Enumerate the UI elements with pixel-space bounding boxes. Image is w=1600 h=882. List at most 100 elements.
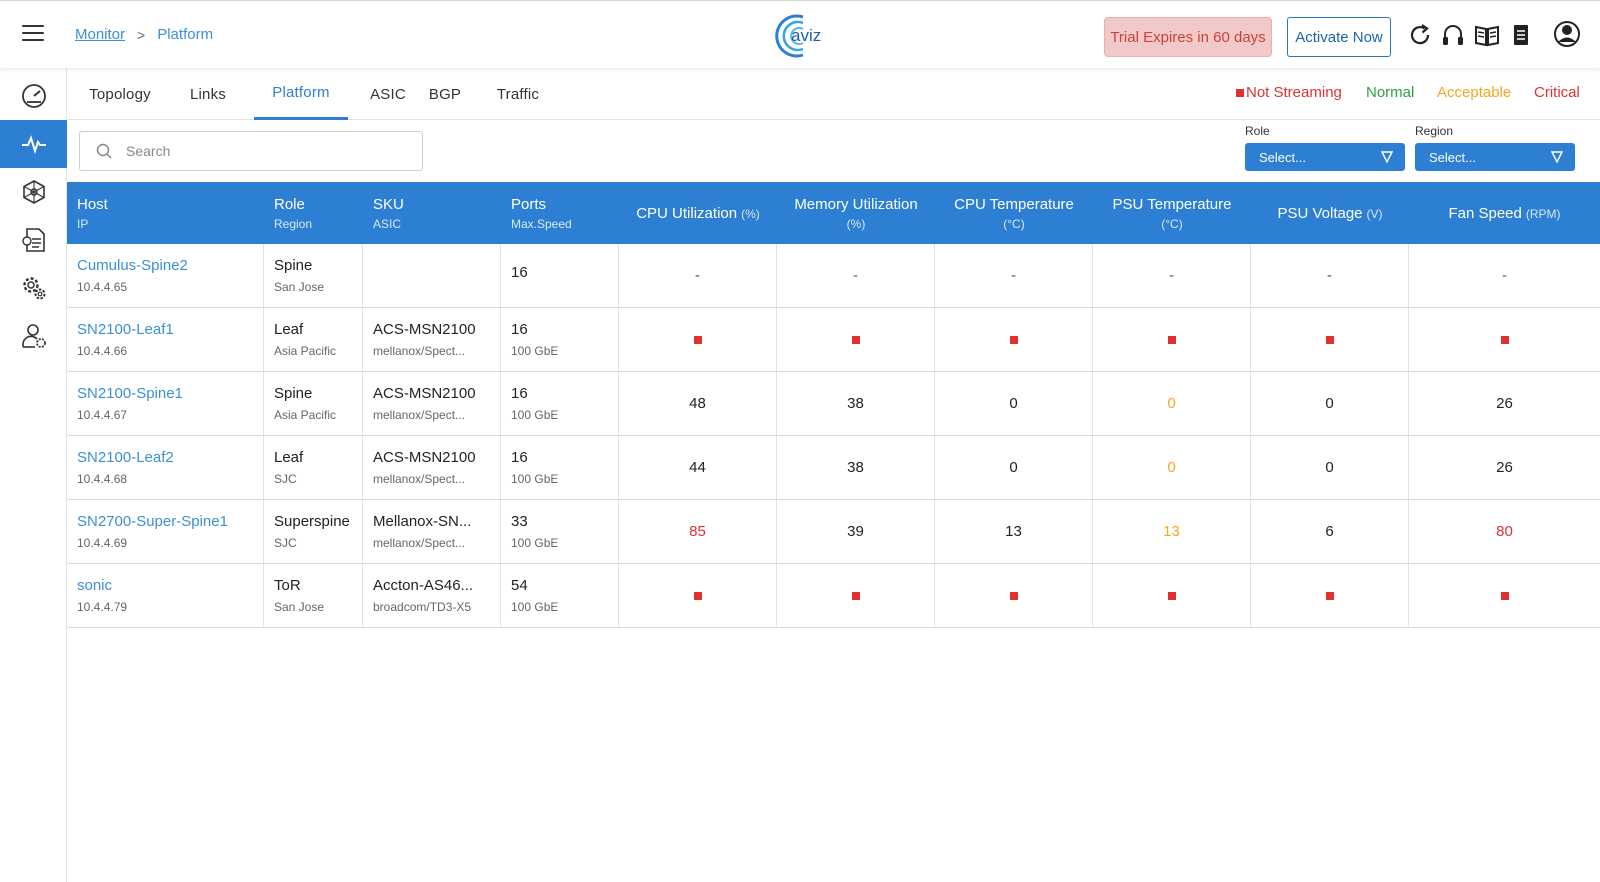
trial-expiry-badge: Trial Expires in 60 days <box>1104 17 1272 57</box>
metric-cell-cpu-utilization: 85 <box>619 500 777 563</box>
asic-value: mellanox/Spect... <box>373 536 466 550</box>
hamburger-menu-icon[interactable] <box>22 25 44 43</box>
role-filter-select[interactable]: Select... <box>1245 143 1405 171</box>
search-box <box>79 131 423 171</box>
column-header-subtitle: IP <box>77 216 89 231</box>
tab-asic[interactable]: ASIC <box>366 68 410 120</box>
column-header-role: Role Region <box>264 182 363 244</box>
table-row[interactable]: Cumulus-Spine2 10.4.4.65 Spine San Jose 16 - -… <box>67 244 1600 308</box>
host-link[interactable]: sonic <box>77 577 263 594</box>
sidebar-item-configuration[interactable] <box>0 216 67 264</box>
sidebar <box>0 68 67 882</box>
table-row[interactable]: sonic 10.4.4.79 ToR San Jose Accton-AS46... b… <box>67 564 1600 628</box>
metric-cell-cpu-temperature: - <box>935 244 1093 307</box>
host-link[interactable]: SN2700-Super-Spine1 <box>77 513 263 530</box>
metric-cell-psu-voltage: 0 <box>1251 436 1409 499</box>
column-header-title: Host <box>77 195 108 213</box>
sidebar-item-monitor[interactable] <box>0 120 67 168</box>
column-header-unit: (V) <box>1366 206 1383 221</box>
column-header-subtitle: Region <box>274 216 313 231</box>
table-row[interactable]: SN2100-Leaf2 10.4.4.68 Leaf SJC ACS-MSN2100 m… <box>67 436 1600 500</box>
not-streaming-square-icon <box>1009 335 1018 344</box>
legend-not-streaming: Not Streaming <box>1236 84 1342 101</box>
support-headset-icon[interactable] <box>1440 21 1466 49</box>
metric-cell-psu-temperature: - <box>1093 244 1251 307</box>
speed-value: 100 GbE <box>511 344 559 358</box>
ports-cell: 16 100 GbE <box>501 436 619 499</box>
metric-value: 0 <box>1009 459 1018 476</box>
tab-links[interactable]: Links <box>182 68 234 120</box>
config-document-icon <box>21 228 45 252</box>
metric-value: 44 <box>689 459 706 476</box>
host-link[interactable]: Cumulus-Spine2 <box>77 257 263 274</box>
tab-topology[interactable]: Topology <box>83 68 157 120</box>
metric-cell-psu-temperature <box>1093 564 1251 627</box>
ports-cell: 16 100 GbE <box>501 372 619 435</box>
not-streaming-square-icon <box>1500 335 1509 344</box>
table-row[interactable]: SN2700-Super-Spine1 10.4.4.69 Superspine SJ… <box>67 500 1600 564</box>
region-value: Asia Pacific <box>274 344 337 358</box>
metric-value: 0 <box>1325 395 1334 412</box>
region-filter-select[interactable]: Select... <box>1415 143 1575 171</box>
metric-value: 0 <box>1167 395 1176 412</box>
metric-value: 6 <box>1325 523 1334 540</box>
search-input[interactable] <box>126 143 386 159</box>
user-profile-icon[interactable] <box>1553 19 1581 49</box>
ports-cell: 16 <box>501 244 619 307</box>
table-body: Cumulus-Spine2 10.4.4.65 Spine San Jose 16 - -… <box>67 244 1600 628</box>
legend-critical: Critical <box>1534 84 1580 101</box>
metric-cell-psu-voltage <box>1251 564 1409 627</box>
region-value: Asia Pacific <box>274 408 337 422</box>
tab-bar: Topology Links Platform ASIC BGP Traffic… <box>67 68 1600 120</box>
metric-value: 26 <box>1496 459 1513 476</box>
metric-cell-fan-speed: - <box>1409 244 1600 307</box>
metric-cell-fan-speed: 26 <box>1409 436 1600 499</box>
ports-value: 54 <box>511 577 528 594</box>
user-settings-icon <box>21 324 46 348</box>
speed-value: 100 GbE <box>511 600 559 614</box>
column-header-unit: (%) <box>741 206 760 221</box>
sidebar-item-settings[interactable] <box>0 264 67 312</box>
not-streaming-square-icon <box>693 591 702 600</box>
metric-cell-psu-voltage: - <box>1251 244 1409 307</box>
sidebar-item-network[interactable] <box>0 168 67 216</box>
tab-bgp[interactable]: BGP <box>423 68 467 120</box>
legend-normal: Normal <box>1366 84 1415 101</box>
filter-funnel-icon <box>1381 151 1393 163</box>
column-header-psu-voltage: PSU Voltage (V) <box>1251 182 1409 244</box>
metric-value: 13 <box>1163 523 1180 540</box>
documentation-book-icon[interactable] <box>1474 21 1500 49</box>
table-row[interactable]: SN2100-Leaf1 10.4.4.66 Leaf Asia Pacific ACS… <box>67 308 1600 372</box>
metric-cell-psu-temperature: 0 <box>1093 436 1251 499</box>
activate-now-button[interactable]: Activate Now <box>1287 17 1391 57</box>
ip-value: 10.4.4.68 <box>77 472 128 486</box>
role-cell: Leaf SJC <box>264 436 363 499</box>
table-row[interactable]: SN2100-Spine1 10.4.4.67 Spine Asia Pacific A… <box>67 372 1600 436</box>
column-header-subtitle: Max.Speed <box>511 216 572 231</box>
column-header-memory-utilization: Memory Utilization (%) <box>777 182 935 244</box>
ports-cell: 54 100 GbE <box>501 564 619 627</box>
sku-value: ACS-MSN2100 <box>373 385 476 402</box>
column-header-title: PSU Voltage <box>1277 204 1363 222</box>
tab-traffic[interactable]: Traffic <box>491 68 545 120</box>
sidebar-item-dashboard[interactable] <box>0 72 67 120</box>
metric-cell-cpu-utilization: 48 <box>619 372 777 435</box>
breadcrumb-monitor-link[interactable]: Monitor <box>75 26 125 43</box>
column-header-title: Memory Utilization <box>794 195 918 213</box>
metric-cell-cpu-utilization <box>619 564 777 627</box>
host-link[interactable]: SN2100-Leaf1 <box>77 321 263 338</box>
role-cell: Leaf Asia Pacific <box>264 308 363 371</box>
host-cell: SN2100-Spine1 10.4.4.67 <box>67 372 264 435</box>
metric-cell-psu-temperature: 13 <box>1093 500 1251 563</box>
asic-value: mellanox/Spect... <box>373 408 466 422</box>
sidebar-item-user-management[interactable] <box>0 312 67 360</box>
tab-platform[interactable]: Platform <box>254 68 348 120</box>
refresh-icon[interactable] <box>1407 21 1433 49</box>
host-link[interactable]: SN2100-Leaf2 <box>77 449 263 466</box>
notes-document-icon[interactable] <box>1508 21 1534 49</box>
breadcrumb-current: Platform <box>157 26 214 43</box>
sku-cell <box>363 244 501 307</box>
metric-cell-cpu-temperature: 13 <box>935 500 1093 563</box>
host-link[interactable]: SN2100-Spine1 <box>77 385 263 402</box>
column-header-label: Ports <box>511 196 619 213</box>
